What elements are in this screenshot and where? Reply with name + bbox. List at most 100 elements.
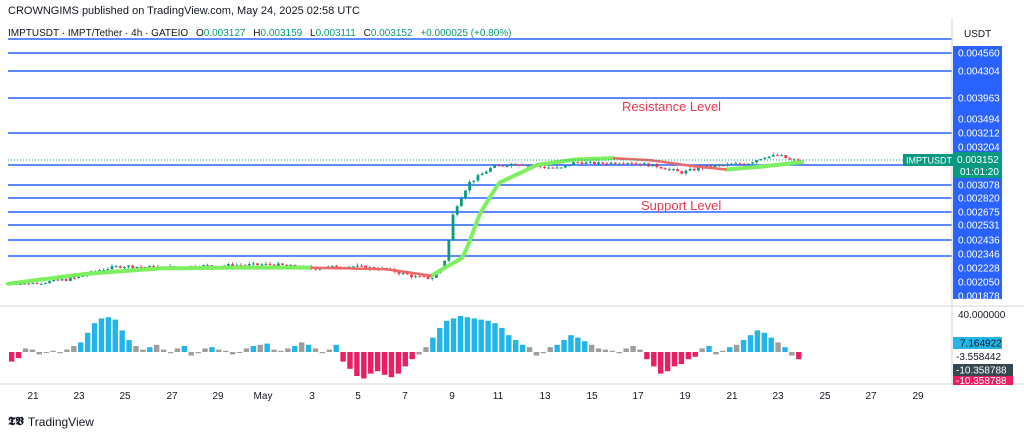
time-axis-label: May xyxy=(254,391,273,402)
oscillator-bar xyxy=(533,352,540,356)
candle-body xyxy=(35,283,39,285)
oscillator-bar xyxy=(209,347,215,352)
oscillator-bar xyxy=(588,344,595,352)
oscillator-bar xyxy=(526,347,533,352)
time-axis-label: 9 xyxy=(449,391,455,402)
oscillator-bar xyxy=(644,352,650,360)
price-axis-label: 0.001878 xyxy=(958,292,1000,303)
candle-body xyxy=(426,276,430,279)
candle-body xyxy=(410,274,413,278)
oscillator-bar xyxy=(630,346,636,352)
candle-body xyxy=(730,163,734,165)
oscillator-bar xyxy=(623,348,629,352)
oscillator-bar xyxy=(140,349,146,352)
candle-body xyxy=(617,163,621,165)
candle-body xyxy=(476,175,480,181)
candle-body xyxy=(48,281,51,284)
candle-body xyxy=(39,283,43,285)
tradingview-mark-icon: 𝕿𝖁 xyxy=(8,414,24,428)
oscillator-bar xyxy=(264,343,270,352)
oscillator-bar xyxy=(768,337,774,352)
candle-body xyxy=(576,162,580,164)
oscillator-bar xyxy=(216,349,222,352)
candle-body xyxy=(472,180,476,182)
oscillator-bar xyxy=(71,346,77,352)
time-axis-label: 23 xyxy=(73,391,85,402)
oscillator-bar xyxy=(181,346,188,352)
oscillator-bar xyxy=(278,350,284,352)
oscillator-bar xyxy=(713,352,719,355)
oscillator-bar xyxy=(395,352,402,374)
candle-body xyxy=(547,167,551,169)
price-chart[interactable]: Resistance Level Support Level USDT 0.00… xyxy=(0,0,1024,436)
candle-body xyxy=(738,163,742,165)
tradingview-logo[interactable]: 𝕿𝖁 TradingView xyxy=(8,414,94,429)
candle-body xyxy=(131,265,135,269)
oscillator-bar xyxy=(36,352,43,355)
candle-body xyxy=(31,283,35,285)
candle-body xyxy=(667,169,671,171)
price-axis-label: 0.002531 xyxy=(958,221,1000,232)
candle-body xyxy=(260,264,264,266)
candle-body xyxy=(459,198,463,207)
oscillator-bar xyxy=(740,340,747,352)
oscillator-bar xyxy=(485,320,491,352)
oscillator-bar xyxy=(271,349,277,352)
oscillator-bar xyxy=(437,328,443,352)
oscillator-bar xyxy=(678,352,685,364)
candle-body xyxy=(106,269,110,271)
oscillator-bar xyxy=(554,344,560,352)
time-axis-labels: 21 23 25 27 29 May 3 5 7 9 11 13 15 17 19 21 23 25 27 29 xyxy=(27,391,924,402)
oscillator-bar xyxy=(423,347,429,352)
candle-body xyxy=(684,170,688,174)
oscillator-bar xyxy=(747,335,754,352)
time-axis-label: 29 xyxy=(212,391,224,402)
oscillator-bar xyxy=(733,344,740,352)
oscillator-bar xyxy=(637,349,643,352)
candle-body xyxy=(522,165,526,167)
time-axis-label: 21 xyxy=(726,391,738,402)
candle-body xyxy=(44,283,47,285)
candle-body xyxy=(360,265,363,267)
candle-body xyxy=(672,169,675,171)
countdown-label: 01:01:20 xyxy=(960,167,999,178)
candle-body xyxy=(626,162,630,164)
price-axis-label: 0.003212 xyxy=(958,129,1000,140)
candle-body xyxy=(501,165,505,167)
oscillator-bar xyxy=(174,348,181,352)
candle-body xyxy=(480,173,484,176)
candle-body xyxy=(651,164,655,167)
oscillator-bar xyxy=(430,337,436,352)
candle-body xyxy=(688,168,692,171)
candle-body xyxy=(726,164,729,166)
oscillator-bar xyxy=(471,318,477,352)
oscillator-bar xyxy=(202,348,208,352)
oscillator-bar xyxy=(540,352,547,354)
oscillator-bar xyxy=(782,347,788,352)
price-axis-label: 0.003078 xyxy=(958,181,1000,192)
oscillator-bar xyxy=(98,318,105,352)
oscillator-bar xyxy=(15,352,22,358)
candle-body xyxy=(584,162,588,164)
candle-body xyxy=(489,167,492,172)
candle-body xyxy=(680,171,684,174)
time-axis-label: 11 xyxy=(493,391,504,402)
time-axis-label: 7 xyxy=(402,391,408,402)
oscillator-bar xyxy=(671,352,678,367)
candle-body xyxy=(601,162,605,164)
candle-body xyxy=(227,264,230,266)
candle-body xyxy=(56,279,60,281)
candle-body xyxy=(526,165,530,167)
candle-body xyxy=(788,158,792,160)
oscillator-bar xyxy=(685,352,692,360)
oscillator-bar xyxy=(354,352,360,376)
candle-body xyxy=(605,163,609,165)
candle-body xyxy=(655,164,659,168)
time-axis-label: 13 xyxy=(539,391,551,402)
price-axis-label: 0.002228 xyxy=(958,264,1000,275)
candle-body xyxy=(60,279,64,281)
time-axis-label: 29 xyxy=(912,391,924,402)
osc-value-3: -10.358788 xyxy=(956,366,1007,377)
resistance-label: Resistance Level xyxy=(622,99,721,114)
candle-body xyxy=(692,168,696,171)
